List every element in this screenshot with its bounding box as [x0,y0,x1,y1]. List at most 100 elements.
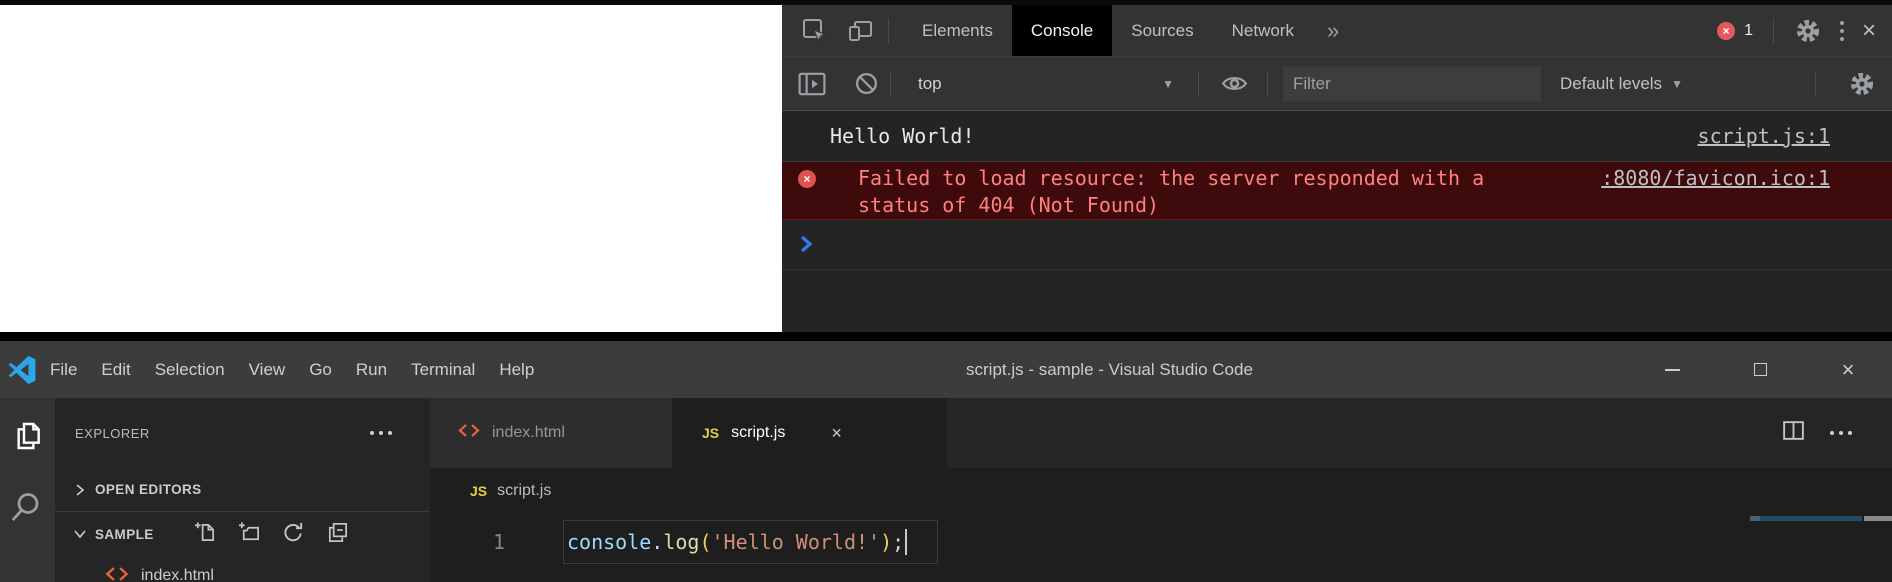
error-message: Failed to load resource: the server resp… [858,165,1484,219]
console-error-row: × Failed to load resource: the server re… [782,162,1892,220]
new-file-icon[interactable] [194,521,217,547]
divider [890,71,891,97]
menu-go[interactable]: Go [297,360,344,380]
chevron-down-icon: ▼ [1671,77,1683,91]
explorer-more-actions-icon[interactable] [370,431,392,435]
maximize-icon [1754,363,1767,376]
token-console: console [567,530,651,554]
browser-viewport [0,5,782,332]
explorer-sidebar: EXPLORER OPEN EDITORS SAMPLE [55,398,430,582]
close-icon: × [1842,359,1855,381]
folder-label: SAMPLE [95,527,154,542]
overview-ruler-cursor-mark [1864,516,1892,521]
token-dot: . [651,530,663,554]
chevron-down-icon: ▼ [1162,77,1174,91]
screen: Elements Console Sources Network » × 1 × [0,0,1892,582]
divider [1267,71,1268,97]
open-editors-section[interactable]: OPEN EDITORS [55,468,430,512]
collapse-all-icon[interactable] [326,521,349,547]
tab-script-js[interactable]: JS script.js × [672,398,947,468]
code-line-1: 1 console.log('Hello World!'); [430,520,1892,564]
breadcrumb-file: script.js [497,482,551,500]
open-editors-label: OPEN EDITORS [95,482,202,497]
window-controls: × [1628,341,1892,398]
live-expression-eye-icon[interactable] [1221,73,1248,94]
folder-actions [194,521,349,547]
maximize-button[interactable] [1716,341,1804,398]
divider [1198,71,1199,97]
html-file-icon [105,566,129,582]
explorer-files-icon[interactable] [12,420,44,457]
editor-group: index.html JS script.js × JS script.js [430,398,1892,582]
context-selector-value: top [918,74,942,94]
log-source-link[interactable]: script.js:1 [1698,124,1830,148]
token-log: log [663,530,699,554]
error-line1: Failed to load resource: the server resp… [858,165,1484,192]
filter-input[interactable] [1283,67,1541,101]
menu-selection[interactable]: Selection [143,360,237,380]
activity-bar [0,398,55,582]
tab-close-icon[interactable]: × [831,423,842,444]
close-button[interactable]: × [1804,341,1892,398]
more-tabs-icon[interactable]: » [1327,18,1339,44]
error-count: 1 [1744,22,1753,40]
tab-console[interactable]: Console [1012,5,1112,56]
menu-file[interactable]: File [38,360,89,380]
browser-and-devtools: Elements Console Sources Network » × 1 × [0,5,1892,332]
menu-run[interactable]: Run [344,360,399,380]
tab-network[interactable]: Network [1213,5,1313,56]
console-settings-gear-icon[interactable] [1848,70,1876,98]
line-number: 1 [430,530,505,554]
error-source-link[interactable]: :8080/favicon.ico:1 [1601,165,1830,192]
minimize-button[interactable] [1628,341,1716,398]
settings-gear-icon[interactable] [1794,17,1822,45]
error-line2: status of 404 (Not Found) [858,192,1484,219]
console-prompt-chevron-icon [800,234,814,254]
current-line: console.log('Hello World!'); [563,520,938,564]
tab-label: index.html [492,424,565,442]
vscode-logo-icon [8,356,36,384]
error-badge-icon[interactable]: × [1717,22,1735,40]
breadcrumb[interactable]: JS script.js [430,468,1892,514]
chevron-right-icon [73,483,87,497]
new-folder-icon[interactable] [238,521,261,547]
kebab-menu-icon[interactable] [1840,21,1844,41]
folder-section[interactable]: SAMPLE [55,512,430,556]
context-selector[interactable]: top ▼ [910,74,1188,94]
clear-console-icon[interactable] [854,71,879,96]
console-log-row: Hello World! script.js:1 [782,111,1892,162]
inspect-element-icon[interactable] [802,18,828,44]
minimize-icon [1665,369,1680,371]
file-item-index-html[interactable]: index.html [55,556,430,582]
js-file-icon: JS [702,425,719,441]
log-levels-value: Default levels [1560,74,1662,94]
editor-more-actions-icon[interactable] [1830,431,1852,435]
console-log-text: Hello World! [830,124,975,148]
device-toolbar-icon[interactable] [848,19,874,43]
console-sidebar-toggle-icon[interactable] [798,72,826,96]
menu-edit[interactable]: Edit [89,360,142,380]
split-editor-icon[interactable] [1781,418,1806,448]
console-prompt-row[interactable] [782,220,1892,270]
tab-index-html[interactable]: index.html [430,398,672,468]
console-toolbar: top ▼ Default levels ▼ [782,56,1892,110]
search-icon[interactable] [11,491,45,532]
tab-sources[interactable]: Sources [1112,5,1212,56]
token-semicolon: ; [892,530,904,554]
menu-view[interactable]: View [237,360,298,380]
menu-help[interactable]: Help [487,360,546,380]
log-levels-dropdown[interactable]: Default levels ▼ [1560,74,1683,94]
menu-terminal[interactable]: Terminal [399,360,487,380]
tab-elements[interactable]: Elements [903,5,1012,56]
devtools-tab-bar: Elements Console Sources Network » × 1 × [782,5,1892,56]
code-editor[interactable]: 1 console.log('Hello World!'); [430,514,1892,582]
explorer-title: EXPLORER [75,426,150,441]
divider [1773,18,1774,44]
explorer-header: EXPLORER [55,398,430,468]
refresh-icon[interactable] [282,521,305,547]
minimap[interactable] [1750,516,1862,521]
console-messages: Hello World! script.js:1 × Failed to loa… [782,110,1892,332]
token-open-paren: ( [699,530,711,554]
divider [888,18,889,44]
devtools-close-icon[interactable]: × [1862,19,1876,43]
